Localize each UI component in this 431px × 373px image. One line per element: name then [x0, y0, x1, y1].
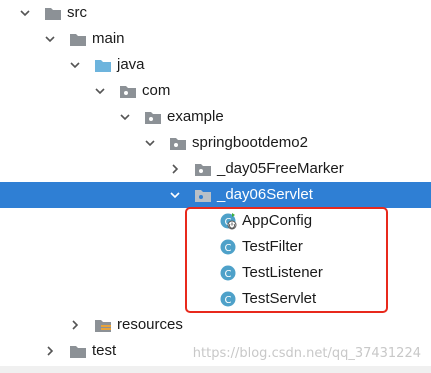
chevron-down-icon[interactable]	[118, 110, 132, 124]
tree-row-day06servlet[interactable]: _day06Servlet	[0, 182, 431, 208]
chevron-down-icon[interactable]	[18, 6, 32, 20]
package-icon	[170, 138, 186, 150]
tree-row-example[interactable]: example	[0, 104, 431, 130]
tree-label: src	[67, 4, 87, 21]
chevron-down-icon[interactable]	[93, 84, 107, 98]
tree-row-com[interactable]: com	[0, 78, 431, 104]
tree-label: test	[92, 342, 117, 359]
chevron-down-icon[interactable]	[43, 32, 57, 46]
tree-label: java	[117, 56, 145, 73]
tree-label: springbootdemo2	[192, 134, 308, 151]
package-icon	[145, 112, 161, 124]
resources-folder-icon	[95, 320, 111, 332]
package-icon	[195, 164, 211, 176]
tree-label: resources	[117, 316, 183, 333]
tree-row-day05freemarker[interactable]: _day05FreeMarker	[0, 156, 431, 182]
package-icon	[120, 86, 136, 98]
bottom-bar	[0, 366, 431, 373]
watermark: https://blog.csdn.net/qq_37431224	[192, 346, 421, 361]
folder-icon	[70, 34, 86, 46]
chevron-down-icon[interactable]	[168, 188, 182, 202]
folder-icon	[70, 346, 86, 358]
tree-row-springbootdemo2[interactable]: springbootdemo2	[0, 130, 431, 156]
project-tree: src main java com example springbootdemo…	[0, 0, 431, 373]
chevron-right-icon[interactable]	[68, 318, 82, 332]
chevron-right-icon[interactable]	[43, 344, 57, 358]
chevron-down-icon[interactable]	[68, 58, 82, 72]
tree-row-resources[interactable]: resources	[0, 312, 431, 338]
tree-row-main[interactable]: main	[0, 26, 431, 52]
tree-label: example	[167, 108, 224, 125]
tree-label: main	[92, 30, 125, 47]
tree-row-java[interactable]: java	[0, 52, 431, 78]
chevron-right-icon[interactable]	[168, 162, 182, 176]
highlight-box	[185, 207, 388, 313]
folder-icon	[45, 8, 61, 20]
tree-label: com	[142, 82, 171, 99]
tree-label: _day05FreeMarker	[217, 160, 344, 177]
source-folder-icon	[95, 60, 111, 72]
chevron-down-icon[interactable]	[143, 136, 157, 150]
tree-row-src[interactable]: src	[0, 0, 431, 26]
package-icon	[195, 190, 211, 202]
tree-label: _day06Servlet	[217, 186, 313, 203]
